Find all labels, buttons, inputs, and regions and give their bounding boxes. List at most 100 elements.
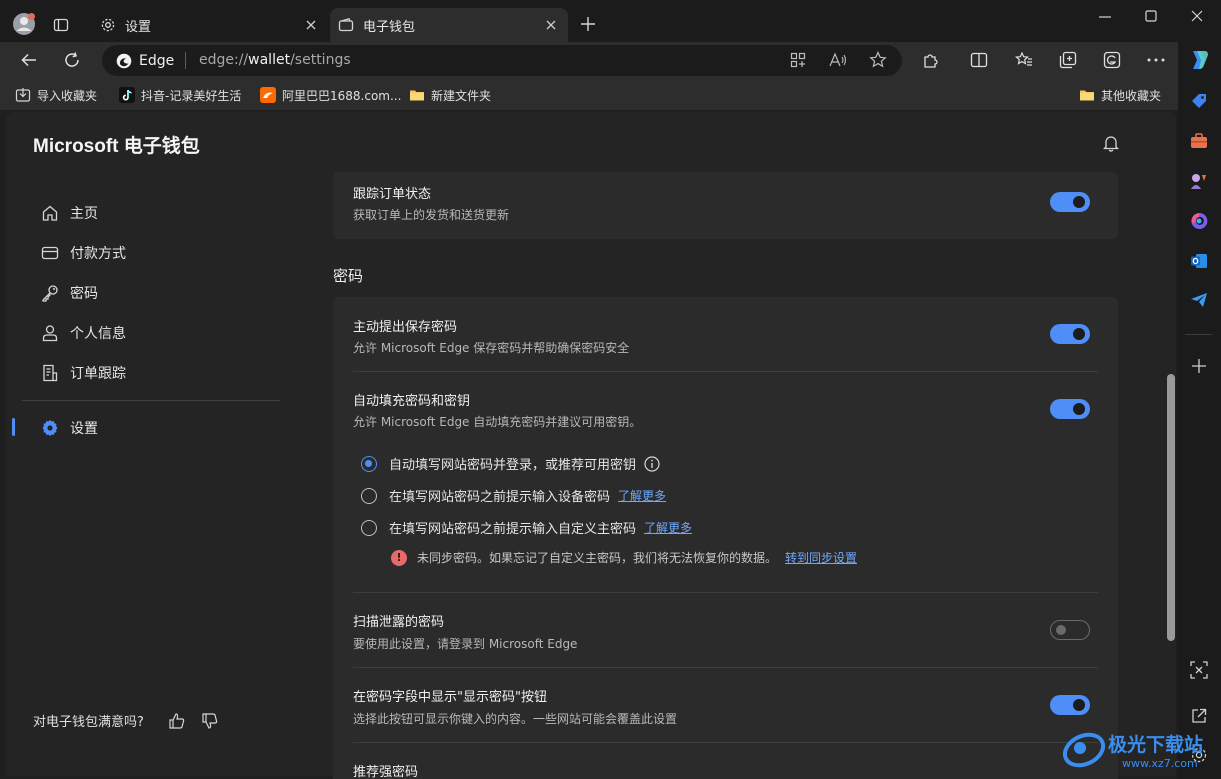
- sidebar-divider: [1185, 334, 1212, 335]
- gear-icon: [41, 419, 59, 437]
- microsoft-365-icon[interactable]: [1190, 212, 1208, 230]
- nav-item-payment-methods[interactable]: 付款方式: [22, 235, 280, 271]
- scrollbar-thumb[interactable]: [1167, 374, 1175, 641]
- collections-icon[interactable]: [1059, 51, 1077, 69]
- nav-item-order-tracking[interactable]: 订单跟踪: [22, 355, 280, 391]
- favorites-icon[interactable]: [1015, 51, 1033, 69]
- thumbs-up-icon[interactable]: [168, 712, 186, 730]
- notifications-bell-icon[interactable]: [1102, 134, 1120, 152]
- url-text[interactable]: edge://wallet/settings: [199, 52, 351, 68]
- import-icon: [15, 87, 31, 103]
- screenshot-icon[interactable]: [1190, 661, 1208, 679]
- learn-more-link[interactable]: 了解更多: [644, 519, 692, 536]
- profile-avatar[interactable]: [12, 12, 36, 36]
- bookmark-other-favorites[interactable]: 其他收藏夹: [1079, 86, 1161, 104]
- offer-save-toggle[interactable]: [1050, 324, 1090, 344]
- games-icon[interactable]: [1190, 172, 1208, 190]
- warning-text: 未同步密码。如果忘记了自定义主密码，我们将无法恢复你的数据。: [417, 551, 778, 565]
- autofill-option-auto[interactable]: 自动填写网站密码并登录，或推荐可用密钥: [361, 454, 660, 473]
- refresh-icon[interactable]: [63, 51, 81, 69]
- browser-essentials-icon[interactable]: [1103, 51, 1121, 69]
- bookmark-import[interactable]: 导入收藏夹: [15, 86, 97, 104]
- warning-icon: !: [391, 549, 407, 566]
- autofill-title: 自动填充密码和密钥: [353, 394, 471, 409]
- app-available-icon[interactable]: [790, 52, 806, 68]
- tools-toolbox-icon[interactable]: [1190, 133, 1208, 149]
- nav-label: 付款方式: [70, 246, 126, 262]
- offer-save-title: 主动提出保存密码: [353, 320, 458, 335]
- receipt-icon: [41, 364, 59, 382]
- row-divider: [353, 742, 1098, 743]
- split-screen-icon[interactable]: [970, 51, 988, 69]
- autofill-option-device-password[interactable]: 在填写网站密码之前提示输入设备密码 了解更多: [361, 486, 666, 505]
- order-tracking-desc: 获取订单上的发货和送货更新: [353, 208, 510, 222]
- watermark-url: www.xz7.com: [1122, 757, 1198, 770]
- section-heading-passwords: 密码: [333, 267, 364, 285]
- folder-icon: [1079, 87, 1095, 103]
- home-icon: [41, 204, 59, 222]
- order-tracking-title: 跟踪订单状态: [353, 187, 432, 202]
- bookmark-label: 导入收藏夹: [37, 88, 98, 103]
- reveal-button-desc: 选择此按钮可显示你键入的内容。一些网站可能会覆盖此设置: [353, 712, 678, 726]
- favorite-star-icon[interactable]: [869, 51, 887, 69]
- maximize-icon[interactable]: [1145, 10, 1157, 22]
- leak-scan-desc: 要使用此设置，请登录到 Microsoft Edge: [353, 637, 578, 651]
- bookmark-alibaba[interactable]: 阿里巴巴1688.com...: [260, 86, 401, 104]
- option-label: 在填写网站密码之前提示输入设备密码: [389, 490, 611, 505]
- more-menu-icon[interactable]: [1147, 58, 1165, 62]
- nav-item-settings[interactable]: 设置: [22, 410, 280, 446]
- close-window-icon[interactable]: [1191, 10, 1203, 22]
- autofill-option-master-password[interactable]: 在填写网站密码之前提示输入自定义主密码 了解更多: [361, 518, 692, 537]
- thumbs-down-icon[interactable]: [201, 712, 219, 730]
- order-tracking-toggle[interactable]: [1050, 192, 1090, 212]
- nav-divider: [22, 400, 280, 401]
- watermark-text: 极光下载站: [1108, 733, 1203, 756]
- tab-wallet[interactable]: 电子钱包: [330, 8, 568, 42]
- radio-unselected[interactable]: [361, 519, 377, 536]
- nav-selected-indicator: [12, 418, 15, 436]
- site-info-chip[interactable]: Edge: [116, 51, 174, 71]
- nav-item-personal-info[interactable]: 个人信息: [22, 315, 280, 351]
- url-host: wallet: [248, 52, 291, 68]
- nav-item-home[interactable]: 主页: [22, 195, 280, 231]
- outlook-icon[interactable]: [1190, 252, 1208, 270]
- tab-settings[interactable]: 设置: [92, 8, 328, 42]
- extensions-icon[interactable]: [922, 51, 940, 69]
- url-scheme: edge://: [199, 52, 249, 68]
- telegram-send-icon[interactable]: [1190, 292, 1208, 308]
- copilot-icon[interactable]: [1187, 48, 1211, 72]
- sync-warning: ! 未同步密码。如果忘记了自定义主密码，我们将无法恢复你的数据。 转到同步设置: [391, 549, 857, 566]
- nav-label: 订单跟踪: [70, 366, 126, 382]
- autofill-toggle[interactable]: [1050, 399, 1090, 419]
- bookmark-douyin[interactable]: 抖音-记录美好生活: [119, 86, 241, 104]
- reveal-button-toggle[interactable]: [1050, 695, 1090, 715]
- address-divider: [185, 52, 186, 69]
- autofill-desc: 允许 Microsoft Edge 自动填充密码并建议可用密钥。: [353, 415, 642, 429]
- tab-actions-icon[interactable]: [53, 17, 69, 33]
- key-icon: [41, 284, 59, 302]
- gear-icon: [100, 17, 116, 33]
- nav-item-passwords[interactable]: 密码: [22, 275, 280, 311]
- bookmark-new-folder[interactable]: 新建文件夹: [409, 86, 491, 104]
- leak-scan-toggle[interactable]: [1050, 620, 1090, 640]
- alibaba-icon: [260, 87, 276, 103]
- tab-label: 设置: [125, 19, 152, 35]
- close-tab-icon[interactable]: [540, 14, 562, 36]
- add-sidebar-app-icon[interactable]: [1191, 358, 1207, 374]
- sync-settings-link[interactable]: 转到同步设置: [785, 549, 857, 566]
- radio-unselected[interactable]: [361, 487, 377, 504]
- back-icon[interactable]: [20, 51, 38, 69]
- close-tab-icon[interactable]: [300, 14, 322, 36]
- radio-selected[interactable]: [361, 455, 377, 472]
- new-tab-icon[interactable]: [580, 16, 596, 32]
- card-icon: [41, 244, 59, 262]
- password-settings-card: [333, 297, 1118, 779]
- learn-more-link[interactable]: 了解更多: [618, 487, 666, 504]
- feedback-text: 对电子钱包满意吗?: [33, 715, 144, 730]
- shopping-tag-icon[interactable]: [1191, 93, 1207, 109]
- read-aloud-icon[interactable]: [829, 52, 847, 68]
- option-label: 在填写网站密码之前提示输入自定义主密码: [389, 522, 637, 537]
- url-path: /settings: [290, 52, 351, 68]
- minimize-icon[interactable]: [1098, 10, 1112, 24]
- info-icon[interactable]: [644, 455, 660, 472]
